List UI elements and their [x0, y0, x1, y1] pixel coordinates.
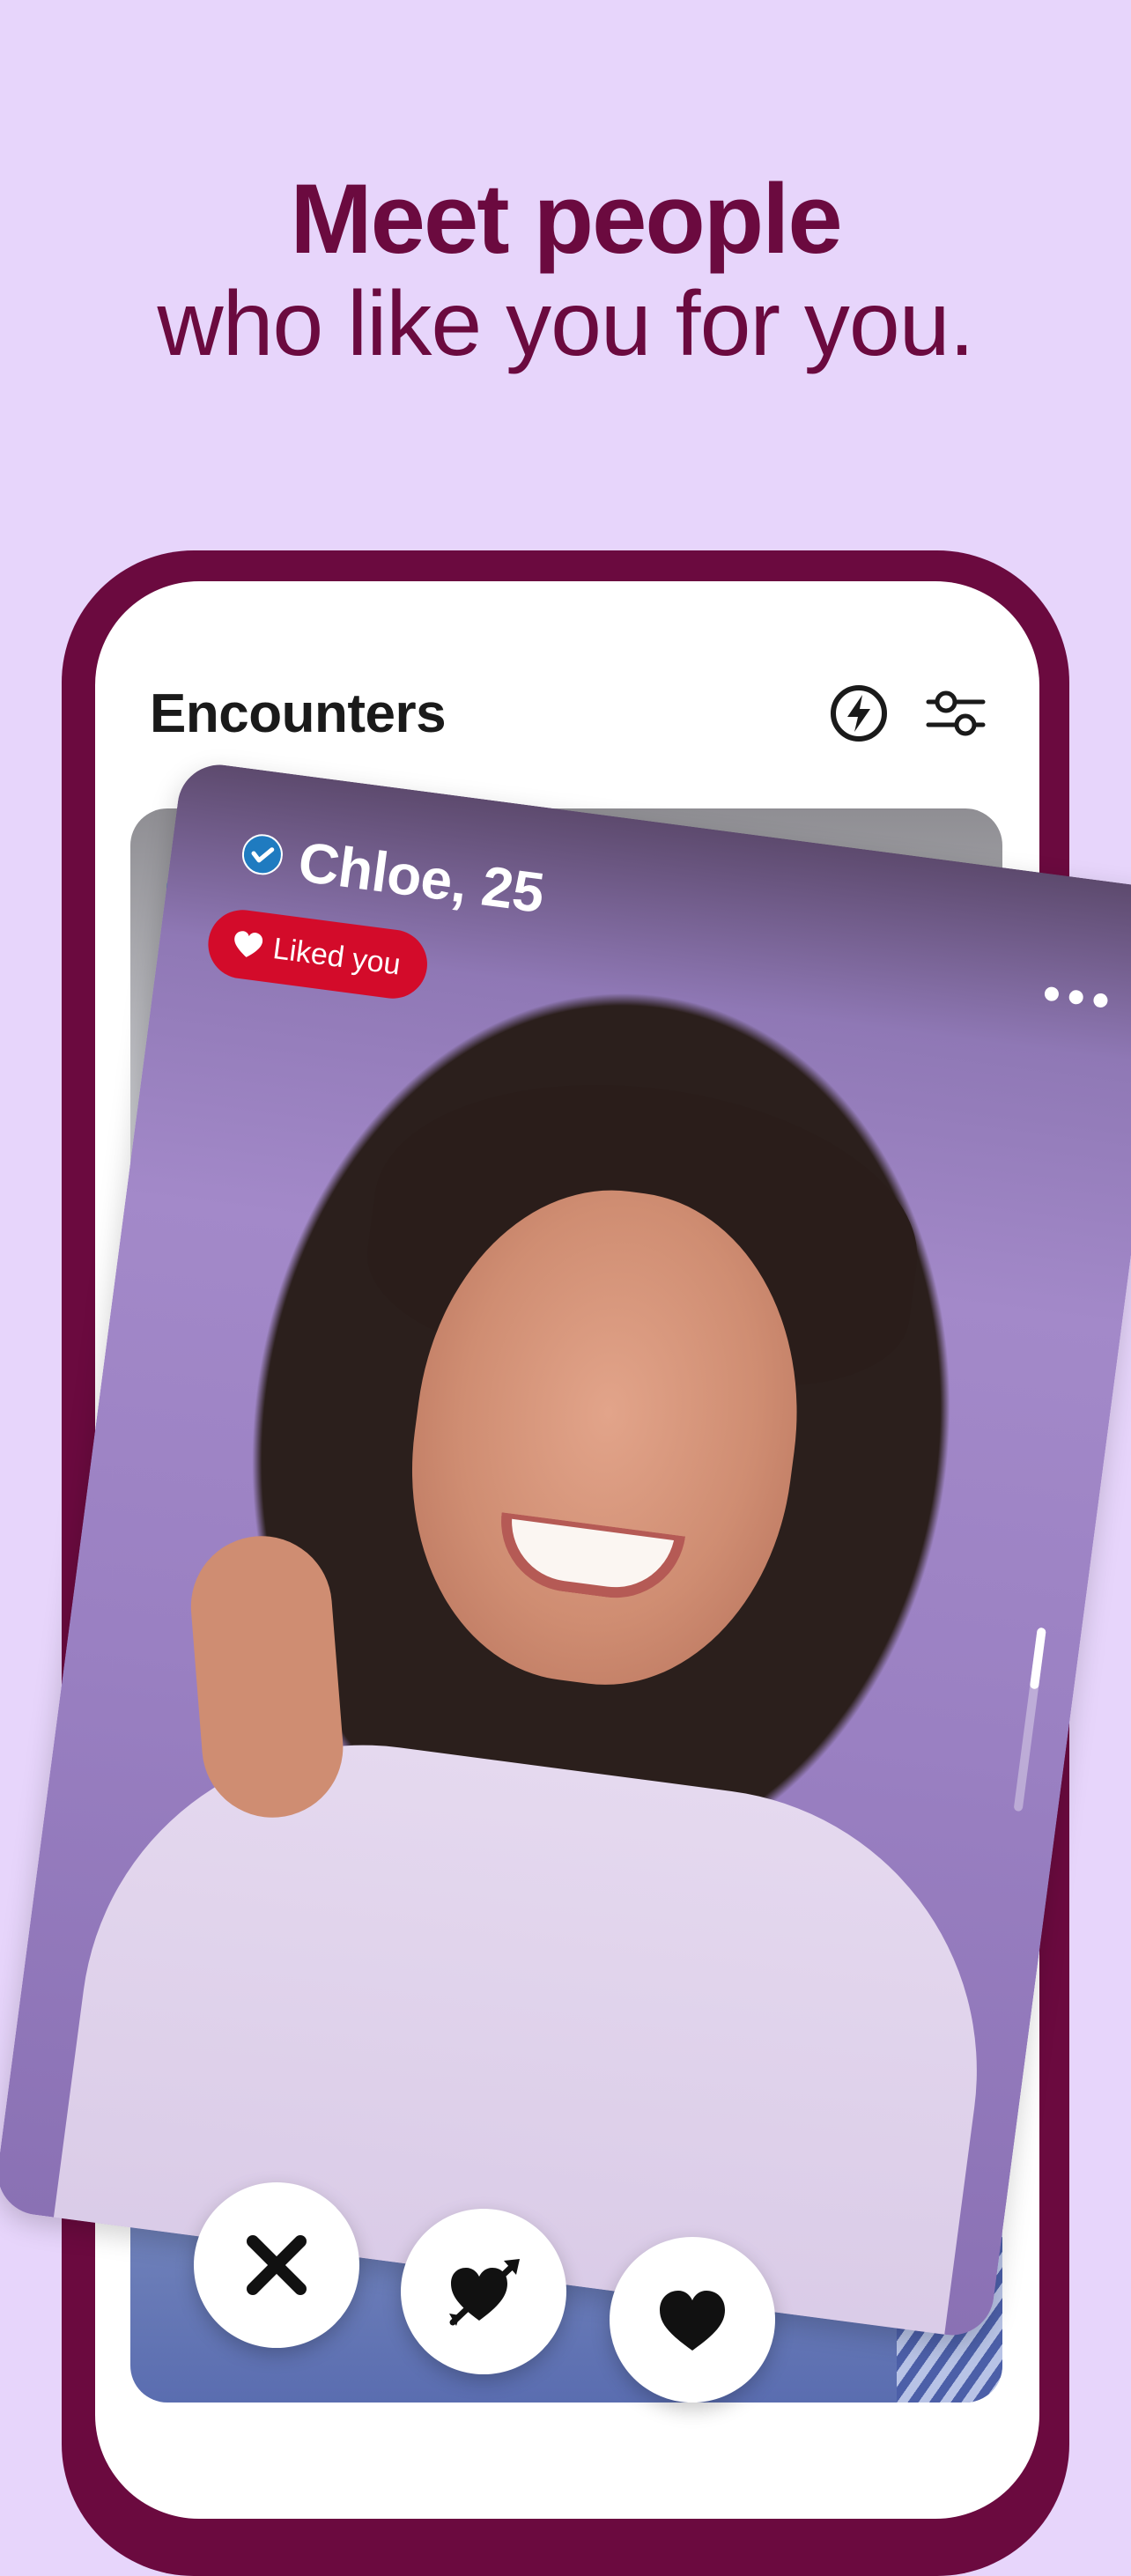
crush-button[interactable] — [401, 2209, 566, 2374]
headline-subtitle: who like you for you. — [157, 273, 974, 375]
sliders-icon[interactable] — [925, 683, 987, 744]
profile-card[interactable]: Chloe, 25 Liked you — [0, 759, 1131, 2341]
marketing-headline: Meet people who like you for you. — [0, 167, 1131, 377]
headline-title: Meet people — [290, 164, 842, 274]
heart-icon — [234, 931, 263, 957]
like-button[interactable] — [610, 2237, 775, 2403]
pass-button[interactable] — [194, 2182, 359, 2348]
photo-hand — [185, 1531, 349, 1823]
heart-icon — [660, 2291, 725, 2351]
verified-icon — [241, 834, 283, 875]
lightning-circle-icon[interactable] — [828, 683, 890, 744]
more-dots-icon[interactable] — [1039, 979, 1113, 1015]
photo-scroll-thumb — [1029, 1627, 1046, 1690]
liked-you-label: Liked you — [270, 931, 403, 982]
liked-you-badge: Liked you — [203, 905, 432, 1003]
close-icon — [247, 2235, 307, 2295]
photo-scroll-indicator — [1013, 1627, 1046, 1812]
heart-arrow-icon — [449, 2259, 520, 2326]
profile-name-age: Chloe, 25 — [294, 830, 548, 926]
page-title: Encounters — [150, 683, 447, 744]
